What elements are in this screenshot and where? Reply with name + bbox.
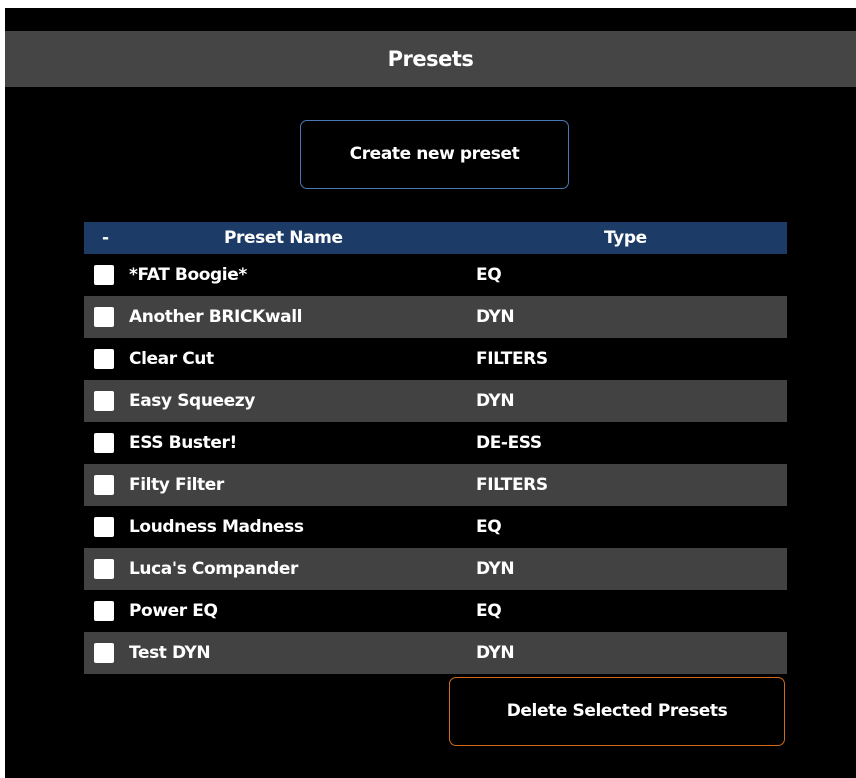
preset-type: FILTERS: [476, 475, 548, 495]
row-checkbox[interactable]: [94, 475, 114, 495]
row-checkbox[interactable]: [94, 643, 114, 663]
preset-name[interactable]: Another BRICKwall: [129, 296, 302, 338]
preset-type: DYN: [476, 391, 515, 411]
row-checkbox[interactable]: [94, 391, 114, 411]
preset-type: EQ: [476, 601, 502, 621]
column-header-select[interactable]: -: [102, 222, 109, 254]
row-checkbox[interactable]: [94, 559, 114, 579]
presets-panel: Presets Create new preset - Preset Name …: [5, 8, 856, 778]
table-row: *FAT Boogie* EQ: [84, 254, 787, 296]
table-row: Loudness Madness EQ: [84, 506, 787, 548]
table-row: Clear Cut FILTERS: [84, 338, 787, 380]
preset-name[interactable]: Loudness Madness: [129, 506, 304, 548]
preset-name[interactable]: Luca's Compander: [129, 548, 298, 590]
row-checkbox[interactable]: [94, 517, 114, 537]
preset-type: FILTERS: [476, 349, 548, 369]
table-row: Another BRICKwall DYN: [84, 296, 787, 338]
delete-selected-presets-button[interactable]: Delete Selected Presets: [449, 677, 785, 746]
presets-table: - Preset Name Type *FAT Boogie* EQ Anoth…: [84, 222, 787, 674]
preset-name[interactable]: Filty Filter: [129, 464, 224, 506]
table-row: Easy Squeezy DYN: [84, 380, 787, 422]
preset-name[interactable]: Power EQ: [129, 590, 218, 632]
table-row: Power EQ EQ: [84, 590, 787, 632]
panel-title: Presets: [5, 31, 856, 87]
preset-type: DE-ESS: [476, 433, 542, 453]
preset-name[interactable]: Test DYN: [129, 632, 211, 674]
preset-name[interactable]: Easy Squeezy: [129, 380, 255, 422]
row-checkbox[interactable]: [94, 265, 114, 285]
table-row: ESS Buster! DE-ESS: [84, 422, 787, 464]
preset-type: DYN: [476, 307, 515, 327]
table-row: Filty Filter FILTERS: [84, 464, 787, 506]
row-checkbox[interactable]: [94, 307, 114, 327]
row-checkbox[interactable]: [94, 601, 114, 621]
table-row: Test DYN DYN: [84, 632, 787, 674]
preset-name[interactable]: ESS Buster!: [129, 422, 237, 464]
table-row: Luca's Compander DYN: [84, 548, 787, 590]
table-header: - Preset Name Type: [84, 222, 787, 254]
preset-type: DYN: [476, 643, 515, 663]
row-checkbox[interactable]: [94, 433, 114, 453]
column-header-type[interactable]: Type: [604, 222, 647, 254]
preset-type: DYN: [476, 559, 515, 579]
column-header-name[interactable]: Preset Name: [224, 222, 343, 254]
preset-type: EQ: [476, 265, 502, 285]
create-preset-button[interactable]: Create new preset: [300, 120, 569, 189]
preset-name[interactable]: Clear Cut: [129, 338, 214, 380]
row-checkbox[interactable]: [94, 349, 114, 369]
preset-name[interactable]: *FAT Boogie*: [129, 254, 247, 296]
preset-type: EQ: [476, 517, 502, 537]
